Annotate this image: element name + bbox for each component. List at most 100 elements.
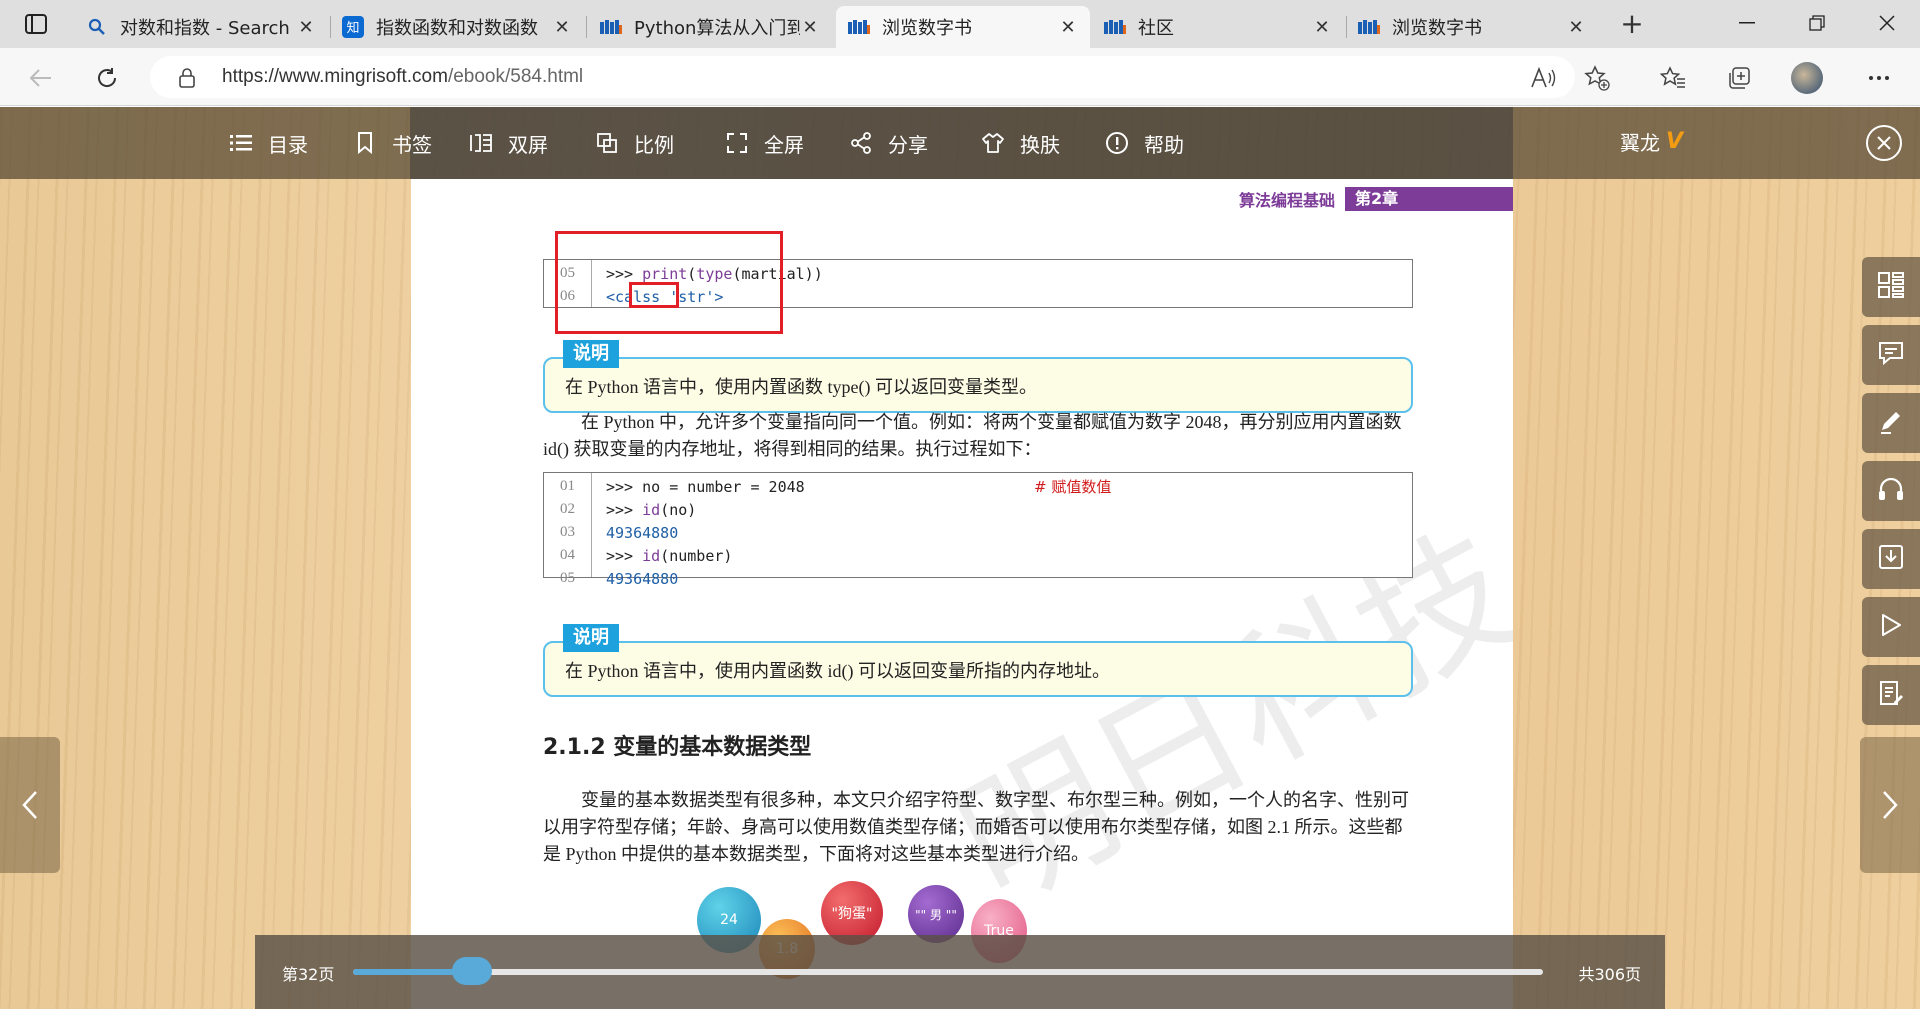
- browser-tab[interactable]: 对数和指数 - Search ✕: [74, 6, 328, 48]
- code-token: (no): [660, 500, 697, 519]
- back-button[interactable]: [24, 61, 58, 95]
- window-close-button[interactable]: [1852, 0, 1920, 46]
- toolbar-item-help[interactable]: 帮助: [1104, 127, 1184, 159]
- code-text: >>> id(number): [592, 547, 732, 565]
- chapter-subtitle: 算法编程基础: [1238, 191, 1335, 210]
- tab-title: 社区: [1138, 18, 1174, 39]
- fullscreen-icon: [724, 130, 750, 156]
- current-page: 第32页: [282, 965, 335, 984]
- tab-close-button[interactable]: ✕: [296, 17, 316, 38]
- code-text: 49364880: [592, 524, 678, 542]
- code-comment: # 赋值数值: [1034, 478, 1112, 496]
- chevron-right-icon: [1883, 791, 1898, 819]
- tab-title: 浏览数字书: [882, 18, 972, 39]
- line-number: 03: [560, 524, 575, 540]
- note-text: 在 Python 语言中，使用内置函数 id() 可以返回变量所指的内存地址。: [565, 661, 1110, 681]
- browser-tab[interactable]: 知 指数函数和对数函数 ✕: [330, 6, 584, 48]
- note-box-2: 说明 在 Python 语言中，使用内置函数 id() 可以返回变量所指的内存地…: [543, 624, 1413, 697]
- chapter-header: 算法编程基础 第2章: [1239, 187, 1513, 211]
- dual-screen-icon: [468, 130, 494, 156]
- tab-close-button[interactable]: ✕: [800, 17, 820, 38]
- browser-tab[interactable]: 社区 ✕: [1092, 6, 1344, 48]
- arrow-left-icon: [29, 69, 51, 87]
- prev-page-button[interactable]: [0, 737, 60, 873]
- address-bar: https://www.mingrisoft.com/ebook/584.htm…: [0, 48, 1920, 106]
- browser-tab[interactable]: 浏览数字书 ✕: [836, 6, 1090, 48]
- note-box-1: 说明 在 Python 语言中，使用内置函数 type() 可以返回变量类型。: [543, 340, 1413, 413]
- scale-icon: [594, 130, 620, 156]
- toolbar-item-bookmark[interactable]: 书签: [352, 127, 432, 159]
- browser-tab[interactable]: Python算法从入门到 ✕: [588, 6, 832, 48]
- favorites-icon: [1660, 66, 1685, 88]
- tab-actions-button[interactable]: [12, 10, 60, 38]
- profile-button[interactable]: [1790, 61, 1824, 95]
- toolbar-item-list[interactable]: 目录: [228, 127, 308, 159]
- tab-close-button[interactable]: ✕: [1566, 17, 1586, 38]
- skin-icon: [980, 130, 1006, 156]
- url-host: https://www.mingrisoft.com: [222, 66, 448, 87]
- collections-icon: [1729, 67, 1750, 89]
- tab-close-button[interactable]: ✕: [1312, 17, 1332, 38]
- toolbar-item-fullscreen[interactable]: 全屏: [724, 127, 804, 159]
- tab-close-button[interactable]: ✕: [552, 17, 572, 38]
- side-tool-headphones[interactable]: [1862, 461, 1920, 521]
- grid-icon: [1878, 272, 1904, 302]
- toolbar-item-label: 双屏: [508, 132, 548, 157]
- new-tab-button[interactable]: +: [1612, 6, 1652, 42]
- read-aloud-button[interactable]: [1526, 61, 1560, 95]
- code-block-2: 01 >>> no = number = 2048 # 赋值数值 02 >>> id(n…: [543, 472, 1413, 588]
- side-tool-pen[interactable]: [1862, 393, 1920, 453]
- close-icon: [1879, 15, 1895, 31]
- line-number: 01: [560, 478, 575, 494]
- page-progress-bar: 第32页 共306页: [255, 935, 1665, 1009]
- toolbar-item-label: 书签: [392, 132, 432, 157]
- note-tag: 说明: [563, 340, 619, 368]
- url-field[interactable]: https://www.mingrisoft.com/ebook/584.htm…: [150, 56, 1575, 98]
- toolbar-item-label: 换肤: [1020, 132, 1060, 157]
- download-icon: [1878, 544, 1904, 574]
- refresh-button[interactable]: [90, 61, 124, 95]
- toolbar-item-share[interactable]: 分享: [848, 127, 928, 159]
- tab-close-button[interactable]: ✕: [1058, 17, 1078, 38]
- side-tool-grid[interactable]: [1862, 257, 1920, 317]
- favorites-button[interactable]: [1656, 61, 1690, 95]
- note-text: 在 Python 语言中，使用内置函数 type() 可以返回变量类型。: [565, 377, 1037, 397]
- code-token: id: [642, 546, 661, 565]
- code-token: 49364880: [606, 569, 679, 588]
- toolbar-item-dual-screen[interactable]: 双屏: [468, 127, 548, 159]
- zhihu-icon: 知: [342, 16, 364, 38]
- share-icon: [848, 130, 874, 156]
- code-line: 04 >>> id(number): [544, 544, 1412, 567]
- toolbar-center: [410, 107, 1513, 179]
- reader-close-button[interactable]: [1866, 125, 1902, 161]
- code-token: (number): [660, 546, 733, 565]
- restore-button[interactable]: [1782, 0, 1852, 46]
- minimize-button[interactable]: [1712, 0, 1782, 46]
- toolbar-item-scale[interactable]: 比例: [594, 127, 674, 159]
- add-favorite-button[interactable]: [1580, 61, 1614, 95]
- toolbar-item-label: 比例: [634, 132, 674, 157]
- page-slider[interactable]: [353, 957, 1543, 985]
- headphones-icon: [1877, 476, 1905, 506]
- side-tool-comment[interactable]: [1862, 325, 1920, 385]
- toolbar-item-skin[interactable]: 换肤: [980, 127, 1060, 159]
- slider-thumb[interactable]: [452, 957, 492, 985]
- browser-tab[interactable]: 浏览数字书 ✕: [1346, 6, 1598, 48]
- code-line: 02 >>> id(no): [544, 498, 1412, 521]
- code-text: 49364880: [592, 570, 678, 588]
- settings-more-button[interactable]: [1862, 61, 1896, 95]
- collections-button[interactable]: [1722, 61, 1756, 95]
- code-token: id: [642, 500, 661, 519]
- side-tool-play[interactable]: [1862, 597, 1920, 657]
- lock-icon: [179, 68, 195, 88]
- mingri-icon: [600, 16, 622, 38]
- code-token: 49364880: [606, 523, 679, 542]
- help-icon: [1104, 130, 1130, 156]
- notes-icon: [1878, 680, 1904, 710]
- brand-name: 翼龙: [1620, 131, 1660, 155]
- toolbar-item-label: 帮助: [1144, 132, 1184, 157]
- side-tool-notes[interactable]: [1862, 665, 1920, 725]
- next-page-button[interactable]: [1860, 737, 1920, 873]
- side-tool-download[interactable]: [1862, 529, 1920, 589]
- code-token: >>> no = number = 2048: [606, 477, 805, 496]
